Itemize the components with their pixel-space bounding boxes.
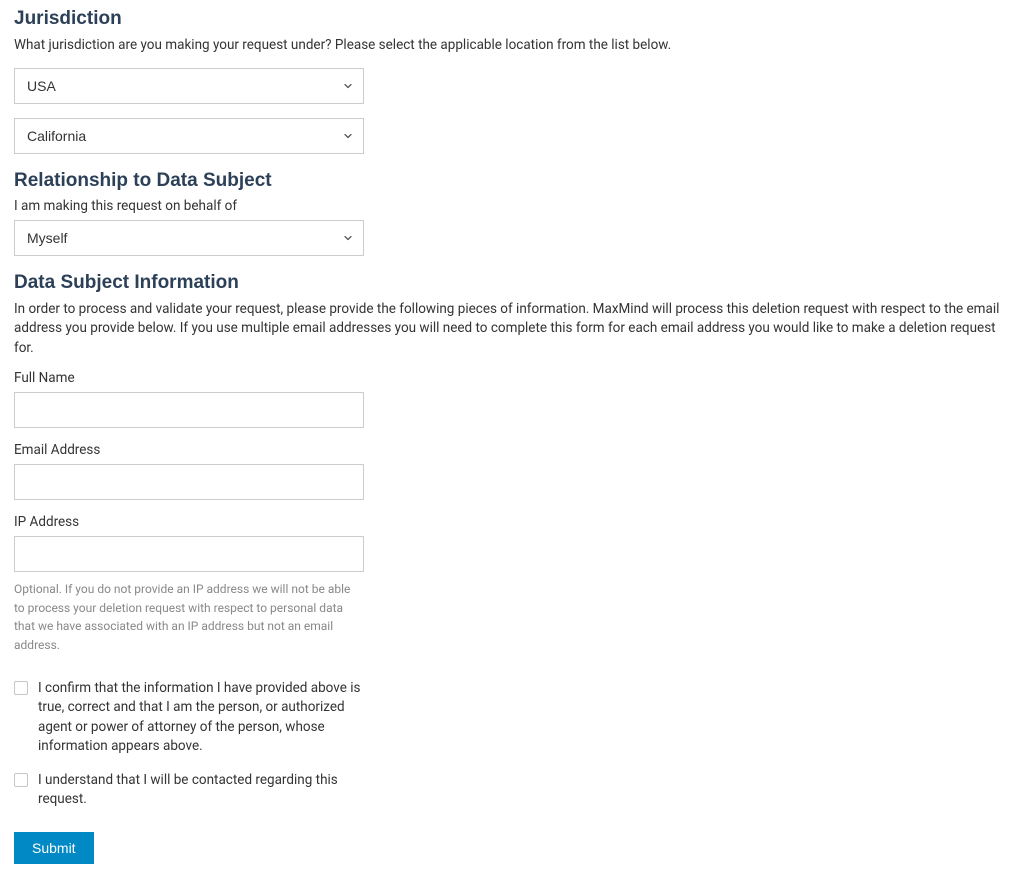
contact-checkbox[interactable]: [14, 773, 28, 787]
email-label: Email Address: [14, 442, 364, 458]
ip-help-text: Optional. If you do not provide an IP ad…: [14, 580, 354, 654]
full-name-block: Full Name: [14, 370, 364, 428]
email-input[interactable]: [14, 464, 364, 500]
ip-label: IP Address: [14, 514, 364, 530]
ip-input[interactable]: [14, 536, 364, 572]
relationship-heading: Relationship to Data Subject: [14, 168, 1010, 192]
subject-info-desc: In order to process and validate your re…: [14, 300, 1010, 359]
jurisdiction-country-select-wrap: USA: [14, 68, 364, 104]
confirm-checkbox-label: I confirm that the information I have pr…: [38, 679, 374, 757]
email-block: Email Address: [14, 442, 364, 500]
relationship-label: I am making this request on behalf of: [14, 198, 1010, 214]
page-root: Jurisdiction What jurisdiction are you m…: [0, 0, 1024, 884]
jurisdiction-desc: What jurisdiction are you making your re…: [14, 36, 1010, 56]
full-name-label: Full Name: [14, 370, 364, 386]
relationship-select-wrap: Myself: [14, 220, 364, 256]
full-name-input[interactable]: [14, 392, 364, 428]
confirm-checkbox[interactable]: [14, 681, 28, 695]
jurisdiction-heading: Jurisdiction: [14, 6, 1010, 30]
ip-block: IP Address Optional. If you do not provi…: [14, 514, 364, 654]
jurisdiction-country-select[interactable]: USA: [14, 68, 364, 104]
confirm-checkbox-row: I confirm that the information I have pr…: [14, 679, 374, 757]
jurisdiction-region-select[interactable]: California: [14, 118, 364, 154]
submit-button[interactable]: Submit: [14, 832, 94, 864]
contact-checkbox-row: I understand that I will be contacted re…: [14, 771, 374, 810]
relationship-select[interactable]: Myself: [14, 220, 364, 256]
subject-info-heading: Data Subject Information: [14, 270, 1010, 294]
contact-checkbox-label: I understand that I will be contacted re…: [38, 771, 374, 810]
jurisdiction-region-select-wrap: California: [14, 118, 364, 154]
